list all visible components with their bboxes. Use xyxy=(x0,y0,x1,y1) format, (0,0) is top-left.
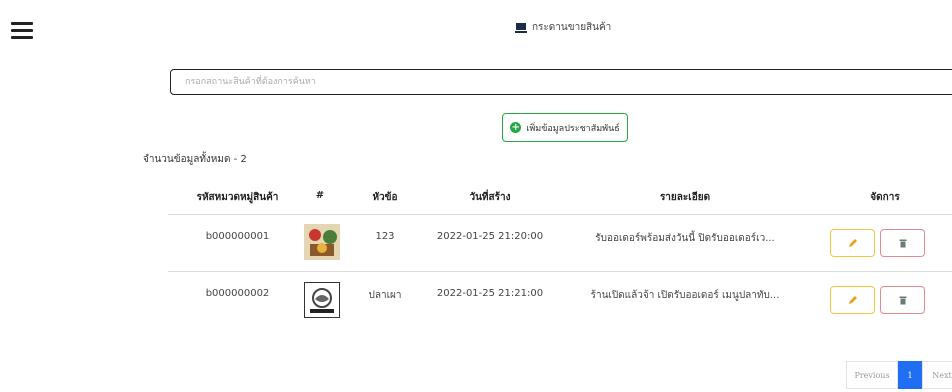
col-header-index: # xyxy=(315,190,325,201)
col-header-detail: รายละเอียด xyxy=(659,192,711,203)
product-thumbnail[interactable] xyxy=(304,224,340,260)
header-divider xyxy=(168,214,952,215)
add-button-label: เพิ่มข้อมูลประชาสัมพันธ์ xyxy=(526,123,620,134)
col-header-created: วันที่สร้าง xyxy=(469,192,511,203)
row-detail: ร้านเปิดแล้วจ้า เปิดรับออเดอร์ เมนูปลาทั… xyxy=(590,290,780,301)
delete-button[interactable] xyxy=(880,229,925,257)
col-header-code: รหัสหมวดหมู่สินค้า xyxy=(196,192,279,203)
page-title: กระดานขายสินค้า xyxy=(532,22,612,33)
edit-button[interactable] xyxy=(830,286,875,314)
row-topic: 123 xyxy=(375,231,395,242)
row-created: 2022-01-25 21:21:00 xyxy=(436,288,544,299)
row-topic: ปลาเผา xyxy=(368,290,402,301)
plus-circle-icon: + xyxy=(510,122,522,133)
pagination-next[interactable]: Next xyxy=(922,361,952,389)
col-header-actions: จัดการ xyxy=(870,192,900,203)
product-thumbnail[interactable] xyxy=(304,282,340,318)
pagination: Previous 1 Next xyxy=(846,361,952,389)
search-input[interactable] xyxy=(170,69,952,95)
delete-button[interactable] xyxy=(880,286,925,314)
page-header: กระดานขายสินค้า xyxy=(515,20,611,35)
edit-button[interactable] xyxy=(830,229,875,257)
trash-icon xyxy=(899,296,906,305)
row-detail: รับออเดอร์พร้อมส่งวันนี้ ปิดรับออเดอร์เว… xyxy=(595,233,775,244)
row-code: b000000002 xyxy=(205,288,270,299)
trash-icon xyxy=(899,239,906,248)
monitor-icon xyxy=(515,22,527,33)
add-promotion-button[interactable]: + เพิ่มข้อมูลประชาสัมพันธ์ xyxy=(502,113,628,142)
pagination-page-current[interactable]: 1 xyxy=(898,361,922,389)
pagination-previous[interactable]: Previous xyxy=(846,361,898,389)
record-count: จำนวนข้อมูลทั้งหมด - 2 xyxy=(143,154,247,165)
hamburger-menu-icon[interactable] xyxy=(11,22,33,39)
col-header-topic: หัวข้อ xyxy=(372,192,398,203)
row-divider xyxy=(168,271,952,272)
row-created: 2022-01-25 21:20:00 xyxy=(436,231,544,242)
pencil-icon xyxy=(848,239,857,247)
row-code: b000000001 xyxy=(205,231,270,242)
pencil-icon xyxy=(848,296,857,304)
